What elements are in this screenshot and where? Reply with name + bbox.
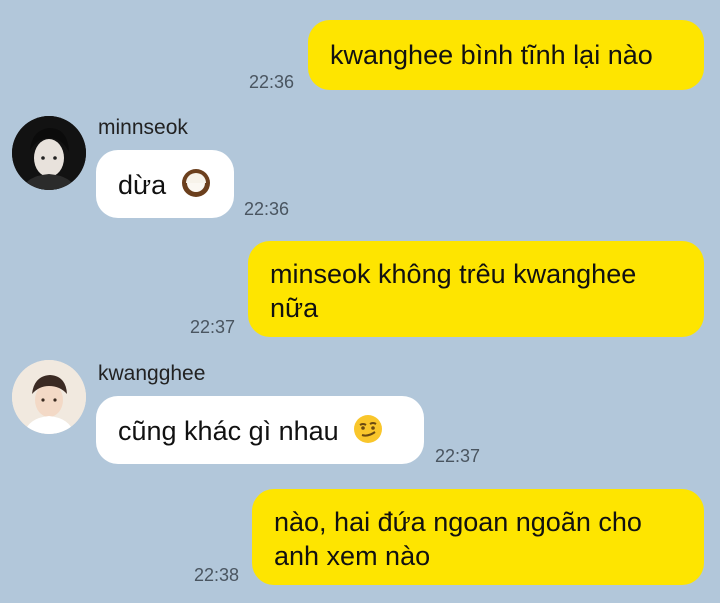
message-time: 22:36	[249, 72, 295, 92]
message-text: cũng khác gì nhau	[118, 416, 339, 447]
message-bubble-outgoing[interactable]: nào, hai đứa ngoan ngoãn cho anh xem nào	[252, 489, 704, 585]
message-bubble-outgoing[interactable]: kwanghee bình tĩnh lại nào	[308, 20, 704, 90]
message-text: nào, hai đứa ngoan ngoãn cho anh xem nào	[274, 507, 642, 571]
user-avatar-image	[12, 116, 86, 190]
avatar[interactable]	[12, 116, 86, 190]
message-time: 22:38	[194, 565, 240, 585]
message-bubble-incoming[interactable]: cũng khác gì nhau	[96, 396, 424, 464]
message-text: minseok không trêu kwanghee nữa	[270, 259, 637, 323]
smirk-face-icon	[352, 413, 384, 453]
user-avatar-image	[12, 360, 86, 434]
message-time: 22:37	[435, 446, 481, 466]
message-bubble-incoming[interactable]: dừa	[96, 150, 234, 218]
message-text: kwanghee bình tĩnh lại nào	[330, 40, 653, 70]
message-time: 22:37	[190, 317, 236, 337]
message-bubble-outgoing[interactable]: minseok không trêu kwanghee nữa	[248, 241, 704, 337]
coconut-icon	[180, 167, 212, 207]
message-text: dừa	[118, 170, 167, 201]
avatar[interactable]	[12, 360, 86, 434]
message-time: 22:36	[244, 199, 290, 219]
sender-name: minnseok	[98, 116, 188, 139]
sender-name: kwangghee	[98, 362, 206, 385]
